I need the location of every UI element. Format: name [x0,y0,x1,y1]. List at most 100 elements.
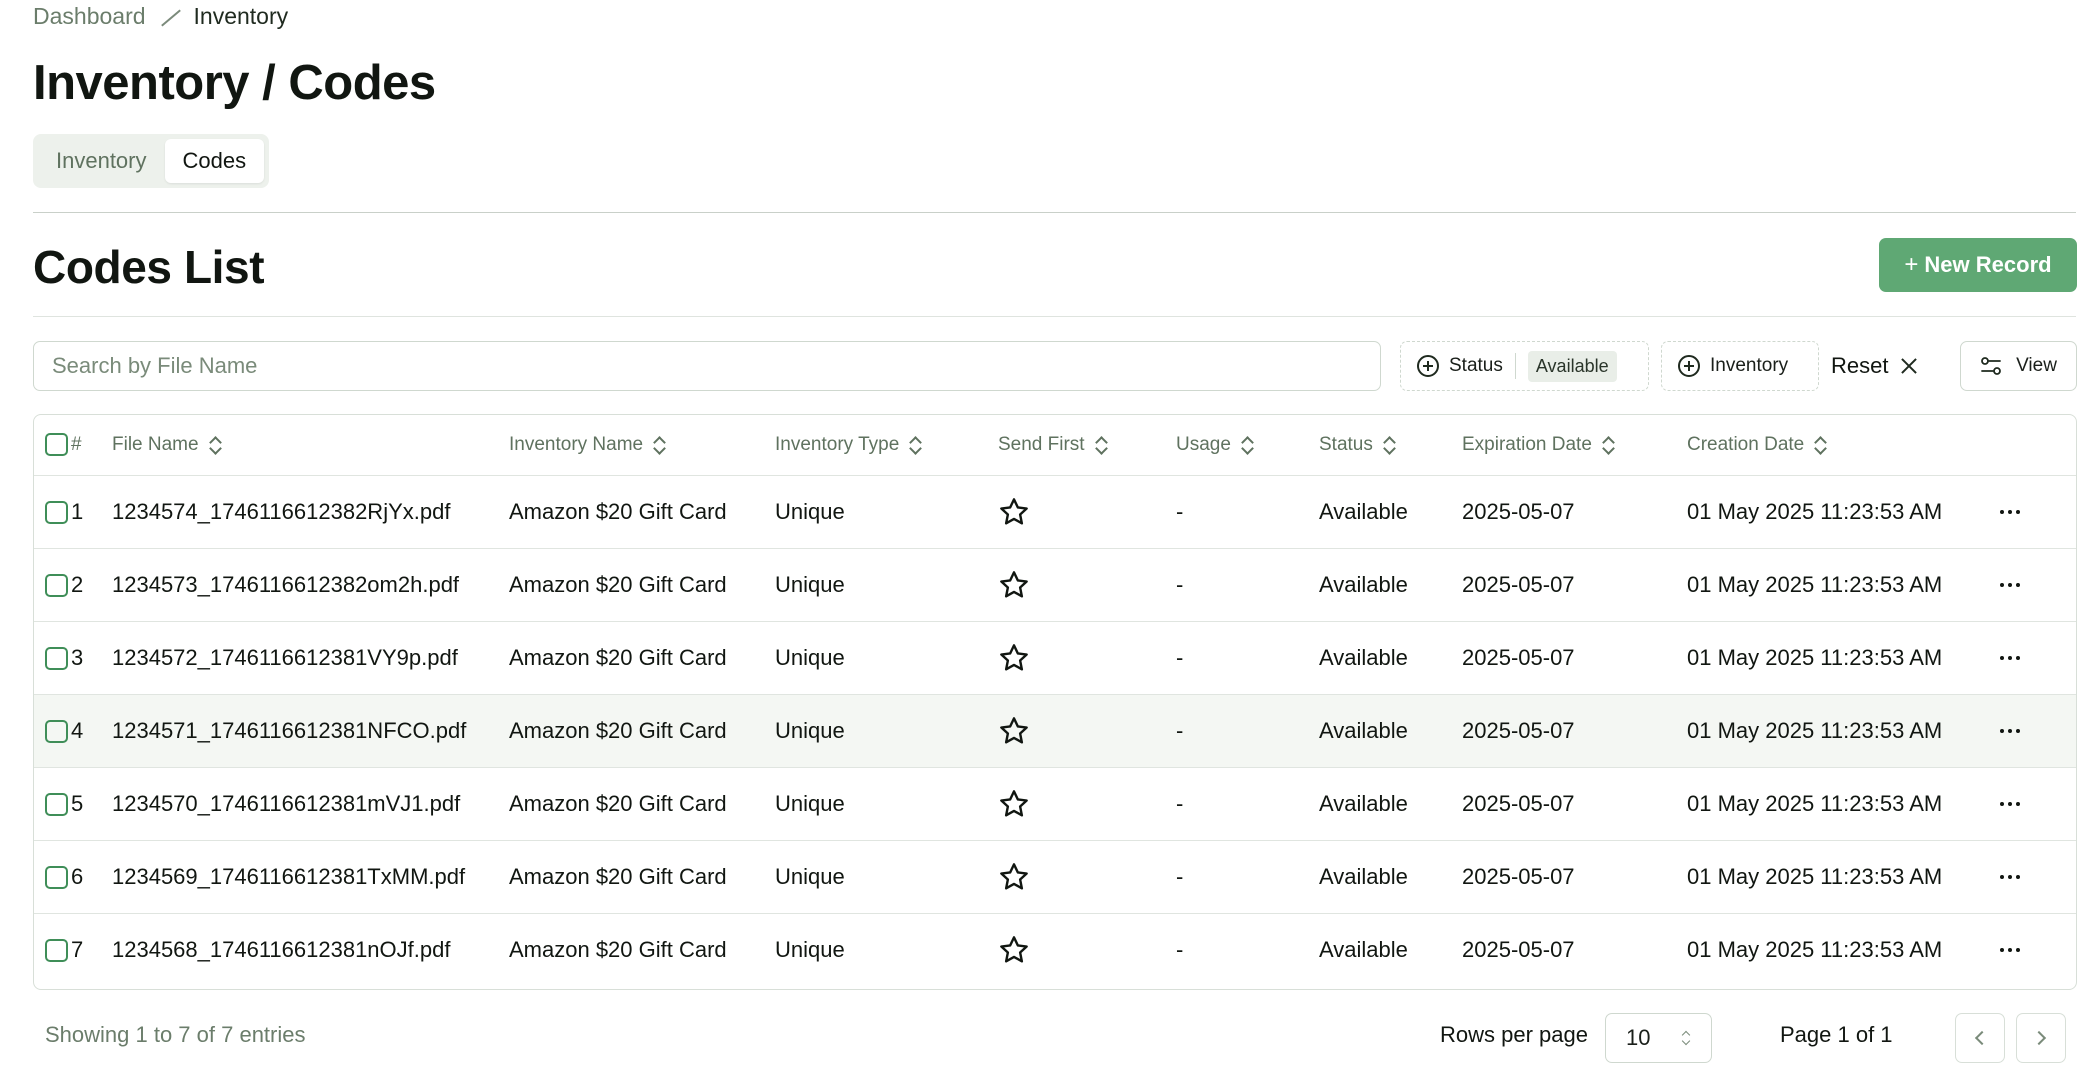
status-cell: Available [1319,717,1408,743]
plus-circle-icon [1678,355,1700,377]
status-cell: Available [1319,571,1408,597]
reset-label: Reset [1831,353,1889,378]
star-icon[interactable] [998,861,1030,893]
status-filter-chip: Available [1527,350,1617,382]
inventory-filter-label: Inventory [1710,355,1789,376]
row-checkbox[interactable] [45,866,68,890]
plus-circle-icon [1417,355,1439,377]
column-header-label: Expiration Date [1462,433,1592,455]
column-header-inventory-type[interactable]: Inventory Type [775,434,998,456]
usage-cell: - [1176,498,1184,524]
creation-date-cell: 01 May 2025 11:23:53 AM [1687,498,1943,524]
inventory-name-cell: Amazon $20 Gift Card [509,498,727,524]
inventory-name-cell: Amazon $20 Gift Card [509,644,727,670]
table-row[interactable]: 4 1234571_1746116612381NFCO.pdf Amazon $… [34,694,2076,767]
inventory-type-cell: Unique [775,790,845,816]
inventory-type-cell: Unique [775,571,845,597]
column-header-inventory-name[interactable]: Inventory Name [509,434,775,456]
column-header-status[interactable]: Status [1319,434,1462,456]
section-divider [33,212,2076,213]
file-name-cell: 1234571_1746116612381NFCO.pdf [112,717,467,743]
table-row[interactable]: 3 1234572_1746116612381VY9p.pdf Amazon $… [34,621,2076,694]
sort-icon [909,434,921,456]
breadcrumb-separator-icon [158,5,184,29]
column-header-label: Status [1319,433,1373,455]
table-row[interactable]: 6 1234569_1746116612381TxMM.pdf Amazon $… [34,840,2076,913]
column-header-send-first[interactable]: Send First [998,434,1176,456]
column-header-file-name[interactable]: File Name [112,434,509,456]
column-header-usage[interactable]: Usage [1176,434,1319,456]
inventory-name-cell: Amazon $20 Gift Card [509,863,727,889]
table-header-row: # File Name Inventory Name Inventory Typ… [34,415,2076,475]
sort-icon [1602,434,1614,456]
file-name-cell: 1234568_1746116612381nOJf.pdf [112,936,451,962]
star-icon[interactable] [998,569,1030,601]
breadcrumb-dashboard-link[interactable]: Dashboard [33,3,146,30]
header-divider [33,316,2076,317]
more-horizontal-icon[interactable] [1998,728,2022,733]
search-input[interactable] [33,341,1381,391]
more-horizontal-icon[interactable] [1998,874,2022,879]
row-checkbox[interactable] [45,720,68,744]
star-icon[interactable] [998,496,1030,528]
status-cell: Available [1319,498,1408,524]
inventory-type-cell: Unique [775,644,845,670]
star-icon[interactable] [998,788,1030,820]
row-checkbox[interactable] [45,793,68,817]
column-header-expiration-date[interactable]: Expiration Date [1462,434,1687,456]
usage-cell: - [1176,717,1184,743]
row-number: 4 [71,717,84,743]
inventory-name-cell: Amazon $20 Gift Card [509,790,727,816]
tab-list: Inventory Codes [33,134,270,188]
star-icon[interactable] [998,715,1030,747]
row-number: 6 [71,863,84,889]
creation-date-cell: 01 May 2025 11:23:53 AM [1687,936,1943,962]
new-record-button[interactable]: + New Record [1879,238,2077,292]
tab-inventory[interactable]: Inventory [38,139,165,183]
more-horizontal-icon[interactable] [1998,947,2022,952]
page-info: Page 1 of 1 [1780,1022,1893,1047]
status-cell: Available [1319,790,1408,816]
new-record-label: New Record [1924,252,2052,277]
usage-cell: - [1176,936,1184,962]
more-horizontal-icon[interactable] [1998,509,2022,514]
tab-codes[interactable]: Codes [164,139,265,183]
row-checkbox[interactable] [45,939,68,963]
previous-page-button[interactable] [1955,1013,2005,1063]
row-checkbox[interactable] [45,647,68,671]
column-header-creation-date[interactable]: Creation Date [1687,434,1998,456]
more-horizontal-icon[interactable] [1998,801,2022,806]
row-number: 5 [71,790,84,816]
codes-table: # File Name Inventory Name Inventory Typ… [33,414,2077,990]
status-cell: Available [1319,644,1408,670]
view-options-button[interactable]: View [1960,341,2077,391]
table-row[interactable]: 2 1234573_1746116612382om2h.pdf Amazon $… [34,548,2076,621]
column-header-label: Inventory Name [509,433,644,455]
usage-cell: - [1176,644,1184,670]
column-header-number: # [71,433,82,455]
status-filter-button[interactable]: Status Available [1400,341,1649,391]
more-horizontal-icon[interactable] [1998,582,2022,587]
table-row[interactable]: 5 1234570_1746116612381mVJ1.pdf Amazon $… [34,767,2076,840]
column-header-label: File Name [112,433,199,455]
status-cell: Available [1319,936,1408,962]
star-icon[interactable] [998,934,1030,966]
column-header-label: Creation Date [1687,433,1805,455]
table-row[interactable]: 7 1234568_1746116612381nOJf.pdf Amazon $… [34,913,2076,986]
plus-icon: + [1904,251,1919,278]
inventory-name-cell: Amazon $20 Gift Card [509,717,727,743]
inventory-name-cell: Amazon $20 Gift Card [509,936,727,962]
reset-filters-button[interactable]: Reset [1821,341,1928,391]
rows-per-page-select[interactable]: 10 [1605,1013,1712,1063]
sliders-icon [1981,357,2001,375]
file-name-cell: 1234572_1746116612381VY9p.pdf [112,644,458,670]
more-horizontal-icon[interactable] [1998,655,2022,660]
select-all-checkbox[interactable] [45,433,68,457]
row-checkbox[interactable] [45,501,68,525]
next-page-button[interactable] [2016,1013,2066,1063]
table-row[interactable]: 1 1234574_1746116612382RjYx.pdf Amazon $… [34,475,2076,548]
row-checkbox[interactable] [45,574,68,598]
creation-date-cell: 01 May 2025 11:23:53 AM [1687,863,1943,889]
inventory-filter-button[interactable]: Inventory [1661,341,1819,391]
star-icon[interactable] [998,642,1030,674]
